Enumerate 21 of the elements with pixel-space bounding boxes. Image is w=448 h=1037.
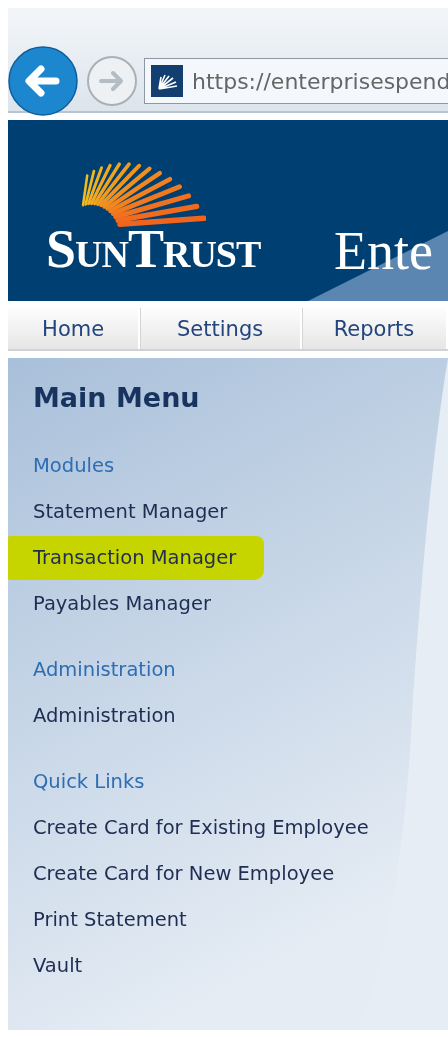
brand-name: SunTrust [46, 218, 261, 280]
section-heading: Modules [33, 453, 115, 478]
menu-link[interactable]: Statement Manager [33, 499, 228, 524]
menu-link[interactable]: Transaction Manager [8, 536, 265, 580]
menu-link[interactable]: Print Statement [33, 907, 187, 932]
site-icon [151, 65, 183, 97]
menu-link[interactable]: Administration [33, 703, 176, 728]
section-heading: Quick Links [33, 769, 145, 794]
menu-link[interactable]: Create Card for Existing Employee [33, 815, 369, 840]
menu-link[interactable]: Payables Manager [33, 591, 211, 616]
menu-link[interactable]: Create Card for New Employee [33, 861, 335, 886]
back-icon[interactable] [8, 46, 78, 116]
nav-tab[interactable]: Settings [140, 308, 302, 349]
section-heading: Administration [33, 657, 176, 682]
menu-title: Main Menu [33, 382, 200, 413]
nav-tab[interactable]: Home [8, 308, 141, 349]
site-title: Ente [334, 220, 433, 282]
url-text: https://enterprisespend [192, 68, 448, 94]
nav-tab[interactable]: Reports [302, 308, 448, 349]
address-field[interactable]: https://enterprisespend [144, 58, 448, 104]
menu-link[interactable]: Vault [33, 953, 83, 978]
